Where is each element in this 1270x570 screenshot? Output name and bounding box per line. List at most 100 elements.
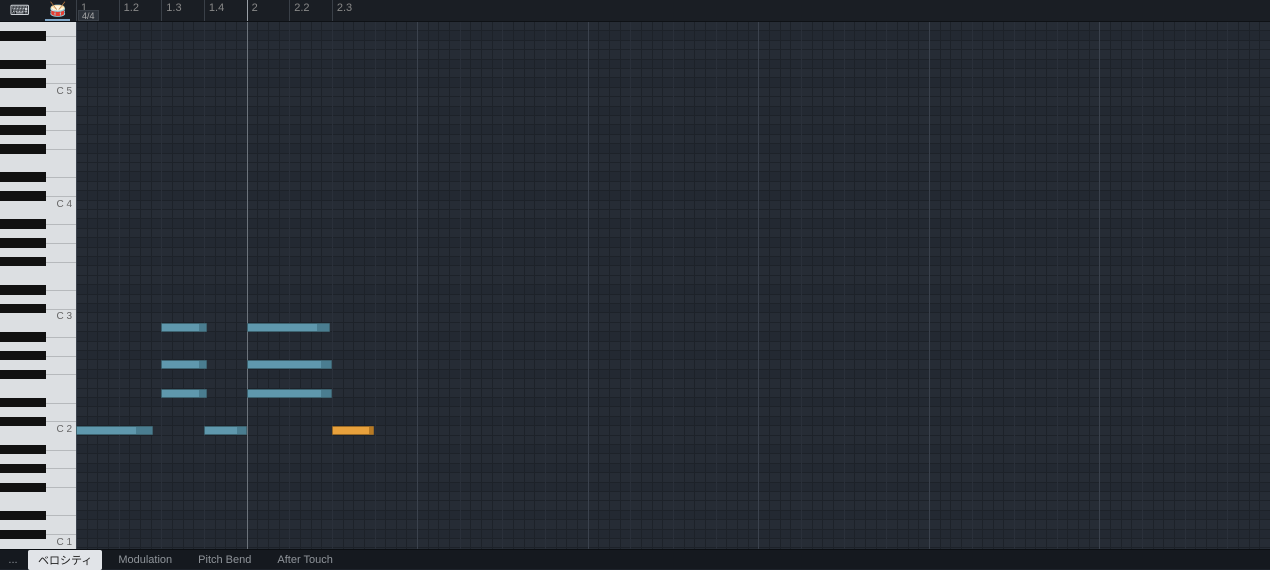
black-key[interactable]: [0, 445, 46, 454]
grid-vline: [534, 22, 535, 549]
drum-icon[interactable]: 🥁: [45, 0, 70, 21]
grid-vline: [737, 22, 738, 549]
midi-note[interactable]: [161, 360, 207, 369]
grid-vline: [449, 22, 450, 549]
note-tail: [317, 324, 330, 331]
grid-vline: [97, 22, 98, 549]
grid-vline: [513, 22, 514, 549]
midi-note[interactable]: [204, 426, 247, 435]
note-tail: [199, 324, 206, 331]
param-tab-modulation[interactable]: Modulation: [108, 552, 182, 568]
grid-vline: [225, 22, 226, 549]
black-key[interactable]: [0, 60, 46, 69]
grid-vline: [598, 22, 599, 549]
grid-vline: [705, 22, 706, 549]
black-key[interactable]: [0, 31, 46, 40]
grid-vline: [502, 22, 503, 549]
black-key[interactable]: [0, 219, 46, 228]
grid-vline: [886, 22, 887, 549]
grid-vline: [385, 22, 386, 549]
grid-vline: [396, 22, 397, 549]
grid-vline: [1249, 22, 1250, 549]
octave-label: C 2: [56, 424, 72, 435]
grid-vline: [1014, 22, 1015, 549]
black-key[interactable]: [0, 191, 46, 200]
ruler-tick: 2.2: [289, 0, 309, 21]
keyboard-icon[interactable]: ⌨: [6, 1, 34, 20]
black-key[interactable]: [0, 398, 46, 407]
midi-note[interactable]: [76, 426, 153, 435]
grid-vline: [726, 22, 727, 549]
grid-vline: [76, 22, 77, 549]
grid-vline: [428, 22, 429, 549]
grid-vline: [1110, 22, 1111, 549]
midi-note[interactable]: [332, 426, 375, 435]
grid-vline: [940, 22, 941, 549]
midi-note[interactable]: [247, 323, 331, 332]
piano-roll-grid[interactable]: [76, 22, 1270, 549]
black-key[interactable]: [0, 464, 46, 473]
grid-vline: [236, 22, 237, 549]
black-key[interactable]: [0, 370, 46, 379]
black-key[interactable]: [0, 332, 46, 341]
grid-vline: [279, 22, 280, 549]
black-key[interactable]: [0, 351, 46, 360]
black-key[interactable]: [0, 238, 46, 247]
grid-vline: [215, 22, 216, 549]
playhead-line[interactable]: [247, 22, 248, 549]
grid-vline: [758, 22, 759, 549]
grid-vline: [119, 22, 120, 549]
grid-vline: [673, 22, 674, 549]
param-tab-ベロシティ[interactable]: ベロシティ: [28, 550, 102, 570]
black-key[interactable]: [0, 257, 46, 266]
grid-vline: [204, 22, 205, 549]
midi-note[interactable]: [161, 323, 207, 332]
black-key[interactable]: [0, 144, 46, 153]
grid-vline: [652, 22, 653, 549]
black-key[interactable]: [0, 511, 46, 520]
black-key[interactable]: [0, 530, 46, 539]
midi-note[interactable]: [247, 389, 332, 398]
grid-vline: [1206, 22, 1207, 549]
grid-vline: [780, 22, 781, 549]
black-key[interactable]: [0, 483, 46, 492]
grid-vline: [375, 22, 376, 549]
black-key[interactable]: [0, 285, 46, 294]
midi-note[interactable]: [247, 360, 332, 369]
bottom-parameter-bar: ... ベロシティ Modulation Pitch Bend After Touch: [0, 549, 1270, 569]
grid-vline: [865, 22, 866, 549]
grid-vline: [353, 22, 354, 549]
time-signature[interactable]: 4/4: [78, 10, 99, 21]
param-tab-pitch-bend[interactable]: Pitch Bend: [188, 552, 261, 568]
black-key[interactable]: [0, 125, 46, 134]
timeline-ruler[interactable]: 14/41.21.31.422.22.3: [76, 0, 1270, 22]
black-key[interactable]: [0, 107, 46, 116]
grid-vline: [982, 22, 983, 549]
black-key[interactable]: [0, 78, 46, 87]
grid-vline: [833, 22, 834, 549]
grid-vline: [630, 22, 631, 549]
playhead-marker[interactable]: [247, 0, 248, 21]
black-key[interactable]: [0, 417, 46, 426]
grid-vline: [268, 22, 269, 549]
grid-vline: [481, 22, 482, 549]
grid-vline: [545, 22, 546, 549]
note-tail: [321, 361, 331, 368]
black-key[interactable]: [0, 304, 46, 313]
note-tail: [199, 361, 206, 368]
grid-vline: [343, 22, 344, 549]
grid-vline: [87, 22, 88, 549]
grid-vline: [321, 22, 322, 549]
grid-vline: [1035, 22, 1036, 549]
octave-label: C 3: [56, 311, 72, 322]
midi-note[interactable]: [161, 389, 207, 398]
piano-keyboard[interactable]: C 5C 4C 3C 2C 1: [0, 22, 76, 549]
grid-vline: [556, 22, 557, 549]
grid-vline: [716, 22, 717, 549]
grid-vline: [929, 22, 930, 549]
more-parameters-button[interactable]: ...: [4, 554, 22, 566]
grid-vline: [332, 22, 333, 549]
black-key[interactable]: [0, 172, 46, 181]
param-tab-after-touch[interactable]: After Touch: [267, 552, 342, 568]
grid-vline: [492, 22, 493, 549]
